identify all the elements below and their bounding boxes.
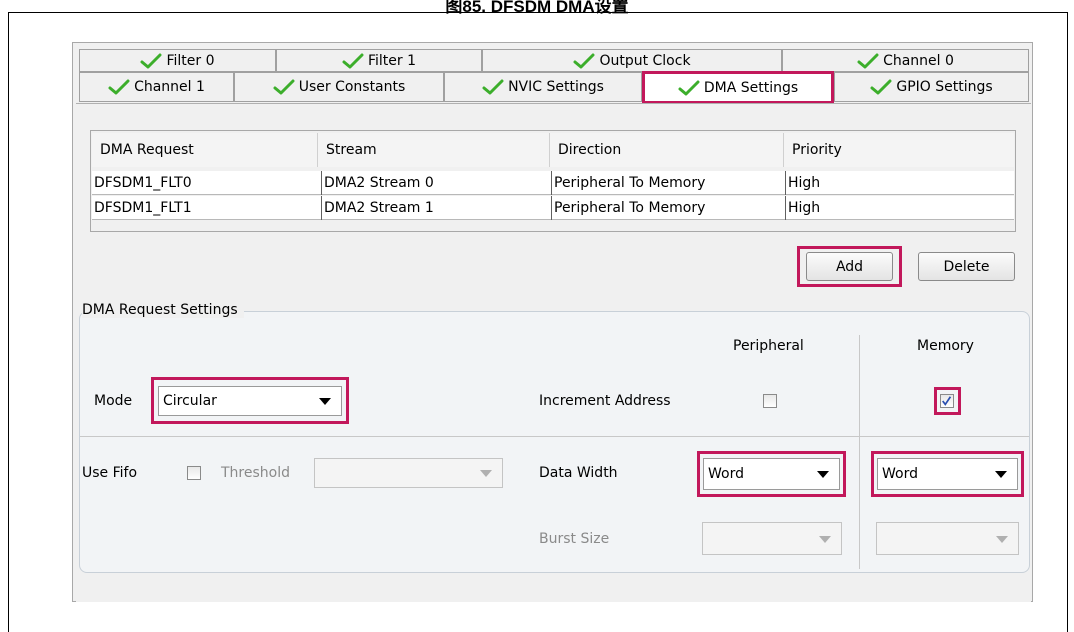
- group-title: DMA Request Settings: [82, 302, 244, 318]
- check-icon: [482, 79, 504, 95]
- tab-label: GPIO Settings: [896, 79, 993, 95]
- tab-filter-0[interactable]: Filter 0: [79, 49, 276, 72]
- tab-dma-settings[interactable]: DMA Settings: [642, 71, 834, 104]
- tab-label: Channel 1: [134, 79, 205, 95]
- check-icon: [678, 80, 700, 95]
- peripheral-column-label: Peripheral: [733, 338, 804, 354]
- table-row[interactable]: DFSDM1_FLT0 DMA2 Stream 0 Peripheral To …: [92, 171, 1014, 195]
- check-icon: [857, 53, 879, 68]
- table-cell: High: [785, 171, 1014, 195]
- column-header[interactable]: Stream: [318, 133, 550, 167]
- chevron-down-icon: [480, 470, 492, 477]
- chevron-down-icon: [995, 471, 1007, 478]
- memory-data-width-dropdown[interactable]: Word: [877, 458, 1018, 490]
- mode-value: Circular: [163, 393, 217, 409]
- tab-label: Filter 1: [367, 52, 417, 69]
- peripheral-data-width-dropdown[interactable]: Word: [703, 458, 840, 490]
- chevron-down-icon: [819, 535, 831, 543]
- increment-address-label: Increment Address: [539, 393, 671, 409]
- use-fifo-checkbox[interactable]: [187, 466, 201, 480]
- table-row[interactable]: DFSDM1_FLT1 DMA2 Stream 1 Peripheral To …: [92, 196, 1014, 220]
- checkmark-icon: [942, 396, 952, 406]
- tab-label: Output Clock: [599, 52, 691, 69]
- check-icon: [342, 53, 364, 68]
- threshold-label: Threshold: [221, 465, 290, 481]
- mode-dropdown[interactable]: Circular: [158, 386, 342, 416]
- tab-label: User Constants: [298, 79, 406, 95]
- column-header[interactable]: Priority: [784, 133, 1014, 167]
- table-cell: DFSDM1_FLT0: [94, 175, 192, 191]
- tab-user-constants[interactable]: User Constants: [234, 72, 444, 102]
- burst-size-label: Burst Size: [539, 531, 610, 547]
- check-icon: [273, 79, 295, 95]
- data-width-label: Data Width: [539, 465, 618, 481]
- chevron-down-icon: [319, 398, 331, 405]
- row-divider: [80, 436, 1029, 437]
- add-button[interactable]: Add: [806, 252, 893, 281]
- table-cell: DFSDM1_FLT1: [94, 200, 192, 216]
- column-divider: [859, 335, 860, 569]
- table-cell: DMA2 Stream 1: [321, 196, 551, 220]
- chevron-down-icon: [996, 535, 1008, 543]
- table-cell: High: [785, 196, 1014, 220]
- tab-label: DMA Settings: [703, 79, 799, 96]
- memory-increment-checkbox[interactable]: [940, 394, 954, 408]
- tab-label: NVIC Settings: [508, 79, 604, 95]
- memory-width-value: Word: [882, 466, 918, 482]
- tab-label: Filter 0: [166, 52, 215, 69]
- peripheral-increment-checkbox[interactable]: [763, 394, 777, 408]
- threshold-dropdown[interactable]: [314, 458, 503, 488]
- tab-gpio-settings[interactable]: GPIO Settings: [834, 72, 1029, 102]
- table-cell: Peripheral To Memory: [551, 171, 785, 195]
- column-header[interactable]: DMA Request: [92, 133, 318, 167]
- tab-channel-0[interactable]: Channel 0: [782, 49, 1029, 72]
- tab-output-clock[interactable]: Output Clock: [482, 49, 782, 72]
- use-fifo-label: Use Fifo: [82, 465, 138, 481]
- check-icon: [573, 53, 595, 68]
- peripheral-burst-dropdown[interactable]: [702, 522, 842, 555]
- peripheral-width-value: Word: [708, 466, 744, 482]
- table-cell: Peripheral To Memory: [551, 196, 785, 220]
- tab-channel-1[interactable]: Channel 1: [79, 72, 234, 102]
- check-icon: [108, 79, 130, 95]
- tab-nvic-settings[interactable]: NVIC Settings: [444, 72, 642, 102]
- chevron-down-icon: [817, 471, 829, 478]
- column-header[interactable]: Direction: [550, 133, 784, 167]
- mode-label: Mode: [94, 393, 133, 409]
- check-icon: [870, 79, 892, 95]
- tab-filter-1[interactable]: Filter 1: [276, 49, 482, 72]
- delete-button[interactable]: Delete: [918, 252, 1015, 281]
- memory-burst-dropdown[interactable]: [876, 522, 1019, 555]
- memory-column-label: Memory: [917, 338, 974, 354]
- check-icon: [140, 53, 162, 68]
- table-cell: DMA2 Stream 0: [321, 171, 551, 195]
- tab-label: Channel 0: [883, 52, 954, 69]
